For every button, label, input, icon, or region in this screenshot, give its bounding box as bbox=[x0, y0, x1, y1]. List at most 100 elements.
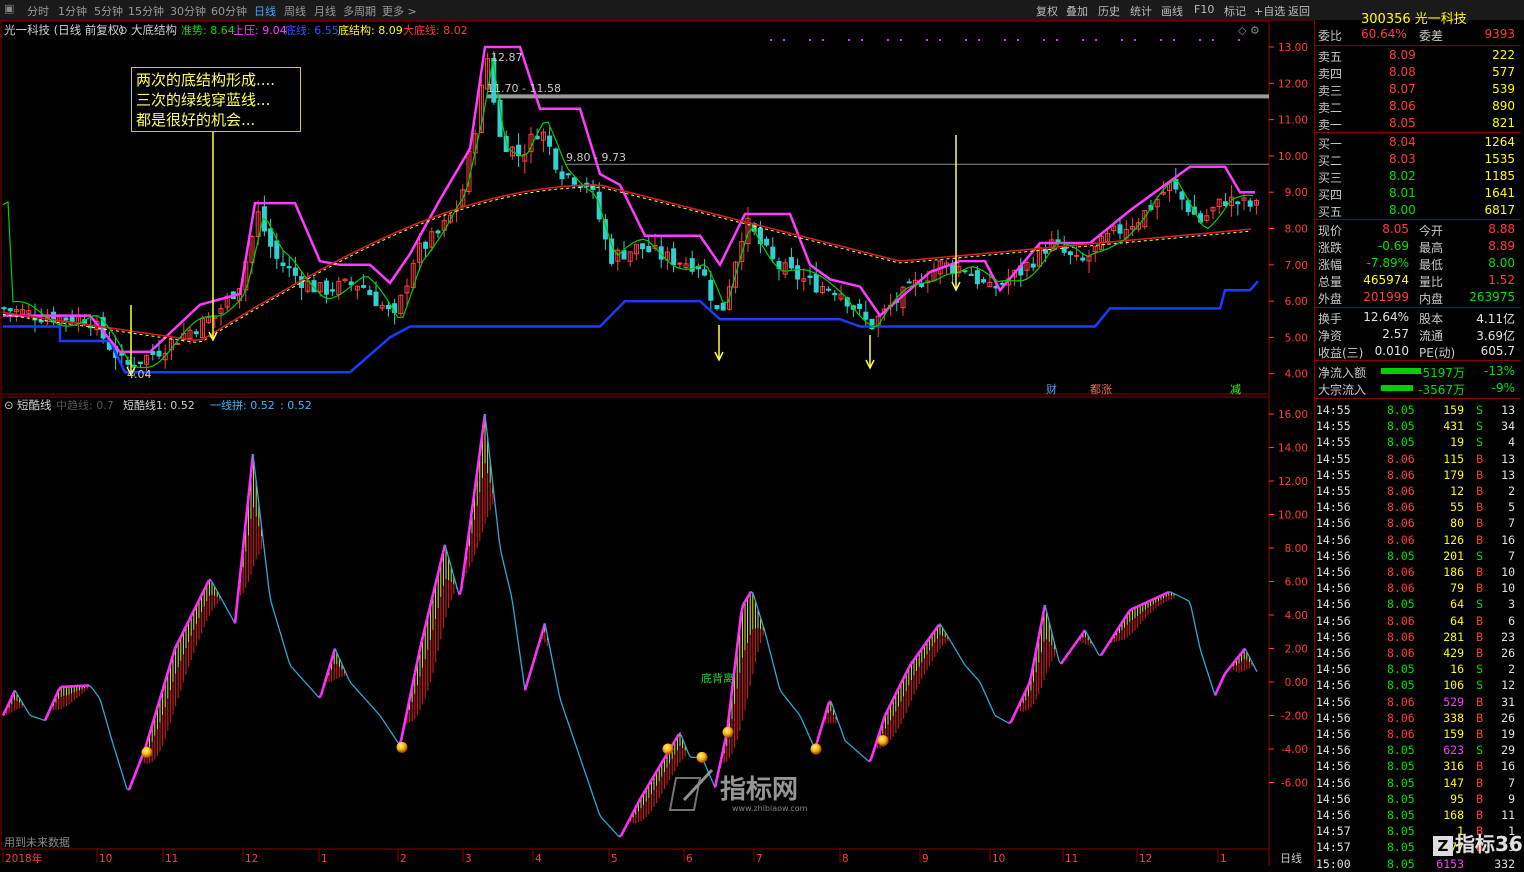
oscillator-segment bbox=[231, 616, 233, 620]
tool-stats[interactable]: 统计 bbox=[1130, 3, 1152, 19]
x-axis-label: 4 bbox=[535, 853, 542, 865]
ask-label: 卖五 bbox=[1318, 48, 1342, 65]
brand-icon: Z bbox=[1433, 836, 1453, 856]
oscillator-segment bbox=[607, 824, 609, 826]
main-axis-tick: 7.00 bbox=[1285, 260, 1308, 272]
oscillator-segment bbox=[291, 666, 293, 668]
tool-history[interactable]: 历史 bbox=[1098, 3, 1120, 19]
oscillator-segment bbox=[1125, 615, 1127, 618]
candle-body bbox=[1248, 201, 1252, 206]
oscillator-segment bbox=[595, 801, 597, 807]
tool-add-watch[interactable]: +自选 bbox=[1254, 3, 1285, 19]
oscillator-segment bbox=[507, 577, 509, 585]
period-1min-intraday[interactable]: 分时 bbox=[27, 3, 49, 19]
tool-f10[interactable]: F10 bbox=[1194, 3, 1214, 16]
oscillator-segment bbox=[197, 600, 199, 604]
bid-price: 8.02 bbox=[1389, 169, 1416, 183]
event-marker-jian[interactable]: 减 bbox=[1230, 383, 1241, 396]
signal-dot bbox=[770, 39, 772, 41]
oscillator-segment bbox=[223, 602, 225, 606]
oscillator-segment bbox=[953, 645, 955, 648]
tool-draw[interactable]: 画线 bbox=[1161, 3, 1183, 19]
oscillator-segment bbox=[329, 662, 331, 669]
expand-icon[interactable]: ◇ ⚙ bbox=[1238, 24, 1260, 37]
period-daily[interactable]: 日线 bbox=[254, 3, 276, 19]
oscillator-segment bbox=[279, 628, 281, 635]
ask-label: 卖四 bbox=[1318, 65, 1342, 82]
oscillator-segment bbox=[959, 655, 961, 658]
oscillator-segment bbox=[901, 679, 903, 683]
bid-price: 8.04 bbox=[1389, 135, 1416, 149]
signal-dot bbox=[1121, 39, 1123, 41]
period-monthly[interactable]: 月线 bbox=[314, 3, 336, 19]
oscillator-segment bbox=[419, 644, 421, 653]
oscillator-segment bbox=[555, 674, 557, 684]
period-multi[interactable]: 多周期 bbox=[343, 3, 376, 19]
oscillator-segment bbox=[179, 636, 181, 640]
fund-label: 净资 bbox=[1318, 327, 1342, 344]
oscillator-segment bbox=[471, 502, 473, 517]
oscillator-segment bbox=[567, 719, 569, 725]
oscillator-segment bbox=[747, 595, 749, 598]
tick-side: B bbox=[1476, 630, 1483, 644]
candle-body bbox=[566, 174, 570, 175]
period-30min[interactable]: 30分钟 bbox=[170, 3, 206, 19]
period-15min[interactable]: 15分钟 bbox=[128, 3, 164, 19]
oscillator-segment bbox=[367, 701, 369, 703]
oscillator-segment bbox=[583, 766, 585, 772]
tool-overlay[interactable]: 叠加 bbox=[1066, 3, 1088, 19]
oscillator-segment bbox=[59, 687, 61, 689]
bid-label: 买三 bbox=[1318, 169, 1342, 186]
event-marker-cai[interactable]: 财 bbox=[1046, 382, 1057, 396]
indicator-name[interactable]: ⊙ bbox=[118, 23, 128, 37]
menu-icon[interactable]: ▣ bbox=[4, 2, 14, 15]
tick-row: 14:568.05147B7 bbox=[1315, 775, 1519, 791]
period-more[interactable]: 更多 > bbox=[382, 3, 417, 19]
oscillator-segment bbox=[957, 652, 959, 655]
oscillator-segment bbox=[1061, 661, 1063, 664]
oscillator-segment bbox=[1043, 605, 1045, 615]
oscillator-segment bbox=[263, 539, 265, 556]
weicha-value: 9393 bbox=[1484, 27, 1515, 41]
tick-time: 14:56 bbox=[1316, 646, 1351, 660]
tool-back[interactable]: 返回 bbox=[1288, 3, 1310, 19]
oscillator-segment bbox=[147, 736, 149, 743]
oscillator-segment bbox=[125, 783, 127, 789]
oscillator-segment bbox=[853, 748, 855, 750]
oscillator-segment bbox=[585, 772, 587, 778]
tick-side: B bbox=[1476, 484, 1483, 498]
future-data-note: 用到未来数据 bbox=[4, 835, 70, 849]
tool-fuquan[interactable]: 复权 bbox=[1036, 3, 1058, 19]
tool-mark[interactable]: 标记 bbox=[1224, 3, 1246, 19]
period-weekly[interactable]: 周线 bbox=[284, 3, 306, 19]
period-5min[interactable]: 5分钟 bbox=[94, 3, 123, 19]
oscillator-segment bbox=[51, 703, 53, 707]
oscillator-segment bbox=[825, 709, 827, 716]
oscillator-segment bbox=[353, 685, 355, 687]
period-1min[interactable]: 1分钟 bbox=[58, 3, 87, 19]
oscillator-segment bbox=[167, 669, 169, 676]
oscillator-segment bbox=[349, 680, 351, 683]
period-60min[interactable]: 60分钟 bbox=[211, 3, 247, 19]
tick-volume: 16 bbox=[1450, 662, 1464, 676]
oscillator-segment bbox=[633, 809, 635, 813]
ask-price: 8.05 bbox=[1389, 116, 1416, 130]
oscillator-segment bbox=[297, 673, 299, 675]
oscillator-segment bbox=[395, 738, 397, 741]
tick-time: 14:56 bbox=[1316, 743, 1351, 757]
quote-label: 现价 bbox=[1318, 222, 1342, 239]
ask-row: 卖一8.05821 bbox=[1315, 115, 1519, 132]
oscillator-segment bbox=[841, 729, 843, 735]
oscillator-segment bbox=[1253, 664, 1255, 668]
watermark-url: www.zhibiaow.com bbox=[732, 804, 808, 813]
oscillator-segment bbox=[123, 776, 125, 782]
kline-chart[interactable]: 13.0012.0011.0010.009.008.007.006.005.00… bbox=[0, 20, 1314, 866]
buy-signal-ball bbox=[663, 744, 674, 755]
candle-body bbox=[672, 249, 676, 265]
oscillator-segment bbox=[1197, 634, 1199, 643]
sub-indicator-icon[interactable]: ⊙ bbox=[4, 398, 14, 412]
event-marker-duzhang[interactable]: 都涨 bbox=[1090, 383, 1112, 396]
oscillator-segment bbox=[851, 746, 853, 748]
oscillator-segment bbox=[501, 552, 503, 560]
oscillator-segment bbox=[601, 817, 603, 819]
